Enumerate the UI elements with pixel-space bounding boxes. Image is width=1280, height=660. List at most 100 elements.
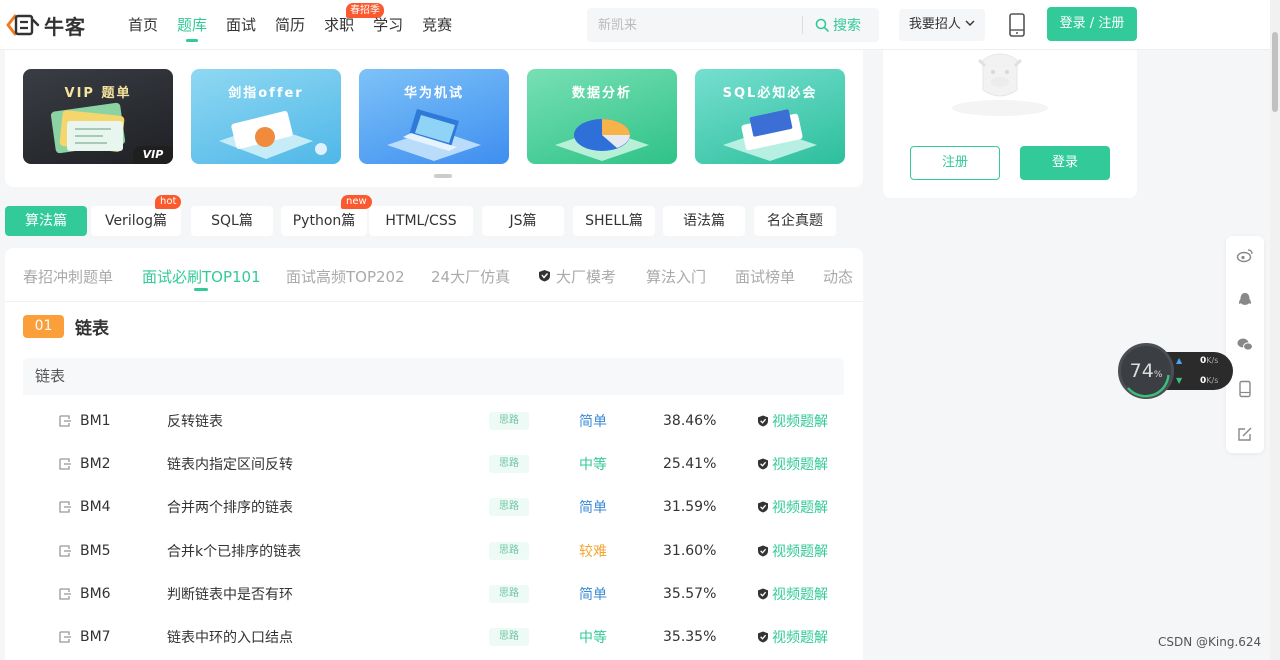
sub-tab[interactable]: 算法入门 — [646, 266, 706, 287]
problem-status-icon — [59, 414, 71, 427]
top-header: 牛客 首页题库面试 简历求职春招季学习竞赛 搜索 我要招人 登录 / 注册 — [0, 0, 1270, 50]
sub-tab[interactable]: 大厂模考 — [538, 266, 616, 287]
sub-tab-label: 面试高频TOP202 — [286, 268, 405, 286]
problem-title[interactable]: 合并两个排序的链表 — [167, 497, 293, 517]
nav-item[interactable]: 面试 — [226, 0, 256, 50]
login-button[interactable]: 登录 — [1020, 146, 1110, 180]
wechat-icon[interactable] — [1236, 335, 1254, 353]
problem-status-icon — [59, 588, 71, 600]
vip-shield-icon — [758, 415, 768, 427]
mobile-icon[interactable] — [1236, 380, 1254, 398]
video-solution-link[interactable]: 视频题解 — [757, 454, 828, 474]
video-solution-link[interactable]: 视频题解 — [757, 497, 828, 517]
video-solution-link[interactable]: 视频题解 — [757, 627, 828, 647]
banner-card-title: 剑指offer — [228, 86, 304, 101]
category-tab[interactable]: HTML/CSS — [369, 206, 473, 236]
page-scrollbar[interactable] — [1270, 0, 1280, 660]
banner-card-title: 华为机试 — [403, 86, 464, 101]
category-tab[interactable]: 名企真题 — [754, 206, 836, 236]
banner-card-sql[interactable]: SQL必知必会 — [695, 69, 845, 164]
scroll-thumb[interactable] — [1272, 32, 1278, 112]
problem-title[interactable]: 反转链表 — [167, 411, 223, 431]
sub-tab[interactable]: 面试必刷TOP101 — [142, 266, 261, 287]
banner-card-offer[interactable]: 剑指offer — [191, 69, 341, 164]
memory-percent-value: 74 — [1129, 360, 1154, 382]
category-tab[interactable]: SHELL篇 — [573, 206, 655, 236]
download-unit: K/s — [1206, 376, 1219, 385]
video-solution-link[interactable]: 视频题解 — [757, 411, 828, 431]
sub-tab-label: 春招冲刺题单 — [23, 268, 114, 286]
nav-item-label: 简历 — [275, 16, 306, 34]
register-button[interactable]: 注册 — [910, 146, 1000, 180]
banner-card-title: 数据分析 — [571, 86, 632, 101]
user-panel: 注册 登录 — [883, 50, 1137, 198]
problem-row[interactable]: BM7 链表中环的入口结点 思路 中等 35.35% 视频题解 — [23, 615, 844, 658]
sub-tab[interactable]: 春招冲刺题单 — [23, 266, 113, 287]
search-input[interactable] — [587, 17, 802, 33]
nav-item[interactable]: 学习 — [373, 0, 403, 50]
problem-row[interactable]: BM5 合并k个已排序的链表 思路 较难 31.60% 视频题解 — [23, 529, 844, 572]
problem-title[interactable]: 判断链表中是否有环 — [167, 584, 293, 604]
login-register-button[interactable]: 登录 / 注册 — [1047, 7, 1137, 41]
vip-shield-icon — [758, 631, 768, 643]
carousel-indicator[interactable] — [434, 174, 452, 178]
problem-id: BM2 — [80, 455, 111, 472]
problem-row[interactable]: BM2 链表内指定区间反转 思路 中等 25.41% 视频题解 — [23, 442, 844, 485]
category-badge: hot — [155, 195, 182, 209]
category-tab[interactable]: JS篇 — [482, 206, 564, 236]
main-nav: 首页 题库 面试 简历 求职 春招季 学习 竞赛 — [128, 0, 471, 50]
idea-tag[interactable]: 思路 — [489, 541, 529, 560]
sub-tab[interactable]: 面试榜单 — [735, 266, 795, 287]
video-solution-link[interactable]: 视频题解 — [757, 541, 828, 561]
problem-title[interactable]: 合并k个已排序的链表 — [167, 541, 301, 561]
problem-difficulty: 简单 — [579, 500, 607, 517]
group-header[interactable]: 链表 — [23, 358, 844, 395]
search-button[interactable]: 搜索 — [803, 15, 861, 35]
nav-item-label: 学习 — [373, 16, 404, 34]
sub-tabs: 春招冲刺题单 面试必刷TOP101 面试高频TOP202 24大厂仿真 大厂模考 算法入门… — [5, 248, 863, 302]
category-tab[interactable]: 语法篇 — [663, 206, 745, 236]
qq-icon[interactable] — [1236, 291, 1254, 309]
sub-tab[interactable]: 24大厂仿真 — [431, 266, 510, 287]
feedback-icon[interactable] — [1236, 425, 1254, 443]
problem-pass-rate: 35.35% — [663, 629, 717, 646]
recruit-label: 我要招人 — [908, 17, 961, 32]
sub-tab[interactable]: 动态 — [823, 266, 853, 287]
category-tab-label: HTML/CSS — [385, 213, 457, 229]
sub-tab[interactable]: 面试高频TOP202 — [286, 266, 405, 287]
idea-tag[interactable]: 思路 — [489, 454, 529, 473]
problem-row[interactable]: BM1 反转链表 思路 简单 38.46% 视频题解 — [23, 399, 844, 442]
problem-title[interactable]: 链表内指定区间反转 — [167, 454, 293, 474]
problem-title[interactable]: 链表中环的入口结点 — [167, 627, 293, 647]
banner-card-data[interactable]: 数据分析 — [527, 69, 677, 164]
banner-card-huawei[interactable]: 华为机试 — [359, 69, 509, 164]
weibo-icon[interactable] — [1236, 246, 1254, 264]
nav-item[interactable]: 简历 — [275, 0, 305, 50]
category-tab-label: 名企真题 — [767, 213, 823, 229]
recruit-dropdown[interactable]: 我要招人 — [899, 9, 985, 41]
idea-tag[interactable]: 思路 — [489, 411, 529, 430]
vip-shield-icon — [539, 270, 550, 282]
banner-card-title: SQL必知必会 — [722, 86, 818, 101]
section-header: 01 链表 — [23, 314, 109, 339]
problem-id: BM4 — [80, 499, 111, 516]
banner-card-vip[interactable]: VIP 题单 VIP — [23, 69, 173, 164]
category-tab[interactable]: Python篇 new — [281, 195, 372, 236]
idea-tag[interactable]: 思路 — [489, 628, 529, 647]
video-solution-link[interactable]: 视频题解 — [757, 584, 828, 604]
nav-item[interactable]: 首页 — [128, 0, 158, 50]
logo[interactable]: 牛客 — [6, 10, 86, 40]
network-speed-widget[interactable]: ▲ 0K/s ▼ 0K/s 74% — [1118, 343, 1233, 399]
mobile-app-icon[interactable] — [1007, 13, 1027, 37]
nav-item[interactable]: 题库 — [177, 0, 207, 50]
problem-pass-rate: 25.41% — [663, 455, 717, 472]
nav-item[interactable]: 求职 春招季 — [324, 0, 385, 50]
idea-tag[interactable]: 思路 — [489, 498, 529, 517]
problem-row[interactable]: BM4 合并两个排序的链表 思路 简单 31.59% 视频题解 — [23, 486, 844, 529]
idea-tag[interactable]: 思路 — [489, 584, 529, 603]
category-tab[interactable]: SQL篇 — [191, 206, 273, 236]
problem-row[interactable]: BM6 判断链表中是否有环 思路 简单 35.57% 视频题解 — [23, 572, 844, 615]
category-tab[interactable]: Verilog篇 hot — [91, 195, 182, 236]
nav-item[interactable]: 竞赛 — [422, 0, 452, 50]
category-tab[interactable]: 算法篇 — [5, 206, 87, 236]
